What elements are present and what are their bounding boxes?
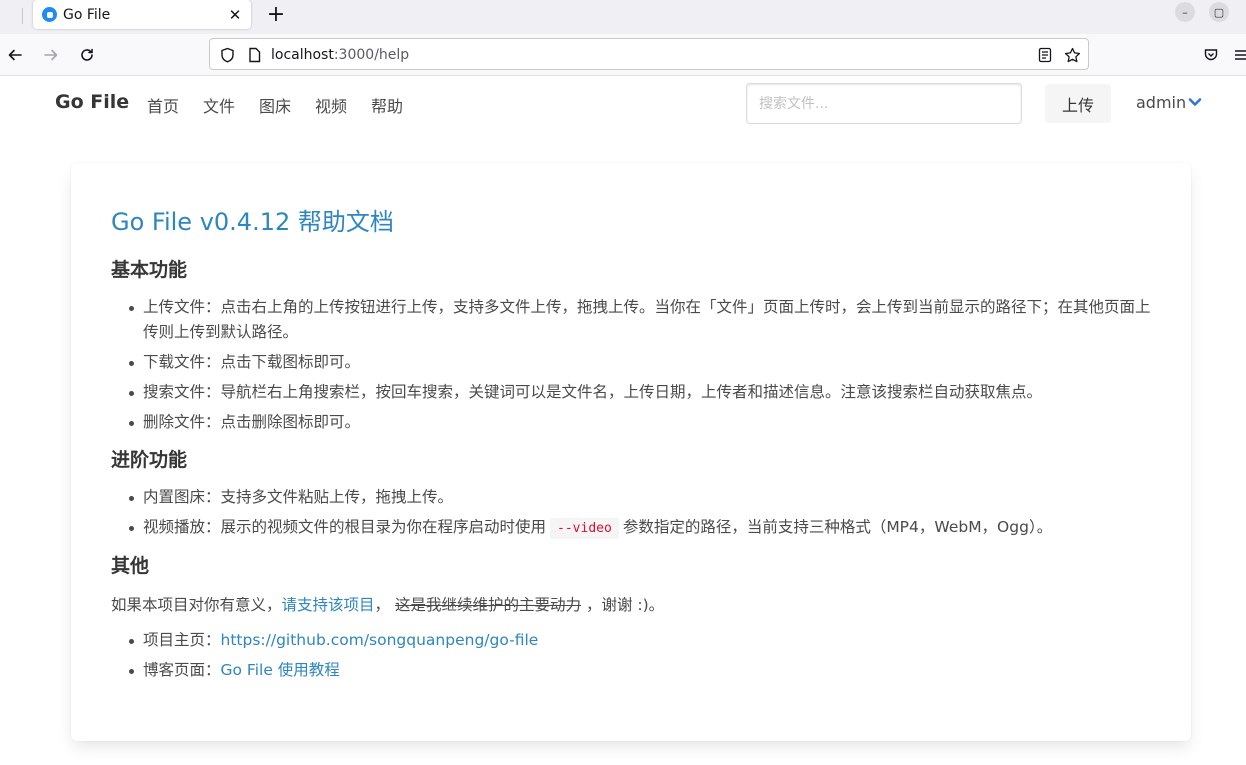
support-comma: ， <box>374 596 391 614</box>
list-item: 视频播放：展示的视频文件的根目录为你在程序启动时使用 --video 参数指定的路径… <box>129 515 1161 541</box>
strikethrough-text: 这是我继续维护的主要动力 <box>394 596 581 614</box>
advanced-feature-list: 内置图床：支持多文件粘贴上传，拖拽上传。 视频播放：展示的视频文件的根目录为你在… <box>129 485 1161 541</box>
tab-close-icon[interactable]: ✕ <box>225 5 245 25</box>
list-item: 内置图床：支持多文件粘贴上传，拖拽上传。 <box>129 485 1161 510</box>
forward-icon[interactable] <box>38 42 64 68</box>
page-title: Go File v0.4.12 帮助文档 <box>111 208 394 236</box>
github-link[interactable]: https://github.com/songquanpeng/go-file <box>221 631 539 649</box>
favicon-icon <box>42 7 57 22</box>
minimize-icon[interactable]: – <box>1175 2 1195 22</box>
blog-link[interactable]: Go File 使用教程 <box>221 661 340 679</box>
help-content: Go File v0.4.12 帮助文档 基本功能 上传文件：点击右上角的上传按… <box>111 205 1161 688</box>
brand-logo[interactable]: Go File <box>55 91 129 113</box>
maximize-icon[interactable]: ▢ <box>1209 2 1229 22</box>
nav-item-files[interactable]: 文件 <box>203 93 235 117</box>
video-item-text-end: 参数指定的路径，当前支持三种格式（MP4，WebM，Ogg）。 <box>622 518 1053 536</box>
support-project-link[interactable]: 请支持该项目 <box>282 596 375 614</box>
reload-icon[interactable] <box>74 42 100 68</box>
homepage-label: 项目主页： <box>143 631 221 649</box>
tab-separator <box>22 8 23 24</box>
support-text: 如果本项目对你有意义， <box>111 596 282 614</box>
list-item: 搜索文件：导航栏右上角搜索栏，按回车搜索，关键词可以是文件名，上传日期，上传者和… <box>129 380 1161 405</box>
support-paragraph: 如果本项目对你有意义，请支持该项目， 这是我继续维护的主要动力 ，谢谢 :)。 <box>111 593 1161 618</box>
nav-item-home[interactable]: 首页 <box>147 93 179 117</box>
browser-tab[interactable]: Go File ✕ <box>33 0 251 29</box>
site-navbar: Go File 首页 文件 图床 视频 帮助 上传 admin <box>0 76 1246 131</box>
url-path: :3000/help <box>333 47 410 63</box>
list-item: 博客页面：Go File 使用教程 <box>129 658 1161 683</box>
menu-icon[interactable] <box>1228 42 1246 68</box>
bookmark-star-icon[interactable] <box>1062 45 1082 65</box>
code-snippet: --video <box>550 518 619 539</box>
url-bar[interactable]: localhost:3000/help <box>209 38 1089 70</box>
section-heading-other: 其他 <box>111 555 150 577</box>
nav-item-images[interactable]: 图床 <box>259 93 291 117</box>
tab-title: Go File <box>63 6 111 23</box>
help-card: Go File v0.4.12 帮助文档 基本功能 上传文件：点击右上角的上传按… <box>71 163 1191 741</box>
list-item: 删除文件：点击删除图标即可。 <box>129 410 1161 435</box>
support-thanks: ，谢谢 :)。 <box>585 596 665 614</box>
new-tab-icon[interactable]: + <box>264 2 288 27</box>
user-menu[interactable]: admin <box>1136 93 1186 112</box>
shield-icon[interactable] <box>217 45 237 65</box>
section-heading-basic: 基本功能 <box>111 259 188 281</box>
back-icon[interactable] <box>2 42 28 68</box>
browser-nav-bar: localhost:3000/help <box>0 34 1246 76</box>
links-list: 项目主页：https://github.com/songquanpeng/go-… <box>129 628 1161 683</box>
section-heading-advanced: 进阶功能 <box>111 449 188 471</box>
reader-view-icon[interactable] <box>1035 45 1055 65</box>
search-input[interactable] <box>746 83 1022 124</box>
nav-item-help[interactable]: 帮助 <box>371 93 403 117</box>
url-host: localhost <box>271 47 334 63</box>
browser-tab-bar: Go File ✕ + – ▢ <box>0 0 1246 34</box>
list-item: 上传文件：点击右上角的上传按钮进行上传，支持多文件上传，拖拽上传。当你在「文件」… <box>129 295 1161 345</box>
list-item: 下载文件：点击下载图标即可。 <box>129 350 1161 375</box>
basic-feature-list: 上传文件：点击右上角的上传按钮进行上传，支持多文件上传，拖拽上传。当你在「文件」… <box>129 295 1161 435</box>
chevron-down-icon[interactable] <box>1188 97 1202 107</box>
video-item-text: 视频播放：展示的视频文件的根目录为你在程序启动时使用 <box>143 518 547 536</box>
page-icon <box>244 45 264 65</box>
pocket-icon[interactable] <box>1198 42 1224 68</box>
list-item: 项目主页：https://github.com/songquanpeng/go-… <box>129 628 1161 653</box>
url-text[interactable]: localhost:3000/help <box>271 47 409 63</box>
nav-item-video[interactable]: 视频 <box>315 93 347 117</box>
blog-label: 博客页面： <box>143 661 221 679</box>
upload-button[interactable]: 上传 <box>1045 84 1111 123</box>
